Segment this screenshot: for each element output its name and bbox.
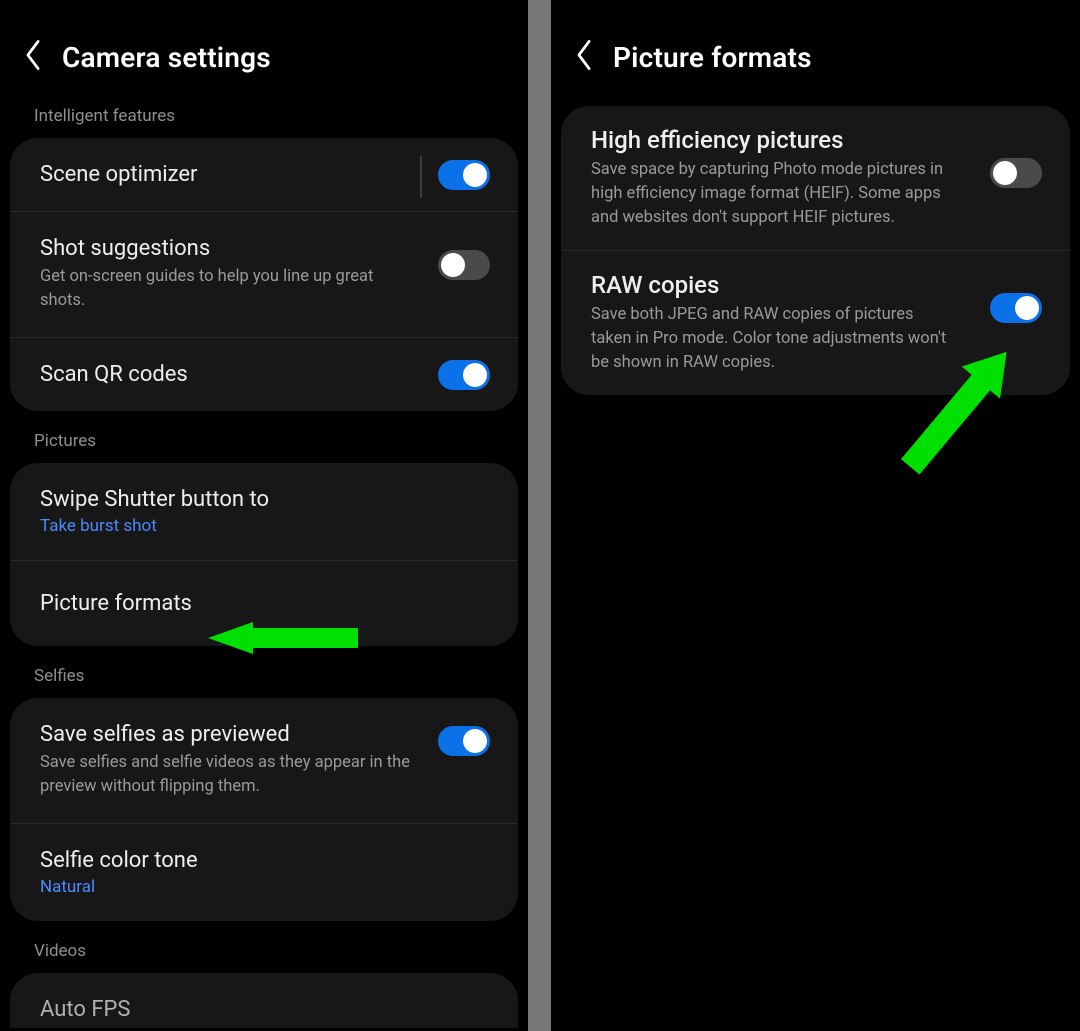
label: High efficiency pictures (591, 126, 1040, 154)
toggle-shot-suggestions[interactable] (438, 250, 490, 280)
label: Shot suggestions (40, 236, 488, 261)
label: Swipe Shutter button to (40, 487, 488, 512)
label: RAW copies (591, 271, 1040, 299)
toggle-heif[interactable] (990, 158, 1042, 188)
sublabel: Save both JPEG and RAW copies of picture… (591, 303, 951, 375)
row-picture-formats[interactable]: Picture formats (10, 560, 518, 646)
section-header-pictures: Pictures (0, 431, 528, 463)
section-header-selfies: Selfies (0, 666, 528, 698)
row-shot-suggestions[interactable]: Shot suggestions Get on-screen guides to… (10, 211, 518, 337)
back-icon[interactable] (573, 38, 595, 76)
page-title: Picture formats (613, 41, 812, 74)
label: Scan QR codes (40, 362, 488, 387)
label: Save selfies as previewed (40, 722, 488, 747)
row-selfie-tone[interactable]: Selfie color tone Natural (10, 823, 518, 921)
card-intelligent-features: Scene optimizer Shot suggestions Get on-… (10, 138, 518, 411)
label: Selfie color tone (40, 848, 488, 873)
section-header-intelligent: Intelligent features (0, 106, 528, 138)
toggle-save-selfies[interactable] (438, 726, 490, 756)
sublabel: Save space by capturing Photo mode pictu… (591, 158, 951, 230)
row-auto-fps[interactable]: Auto FPS (10, 973, 518, 1028)
sublabel: Save selfies and selfie videos as they a… (40, 751, 420, 799)
appbar: Camera settings (0, 0, 528, 106)
toggle-raw-copies[interactable] (990, 293, 1042, 323)
appbar: Picture formats (551, 0, 1080, 106)
card-pictures: Swipe Shutter button to Take burst shot … (10, 463, 518, 646)
label: Picture formats (40, 591, 488, 616)
picture-formats-screen: Picture formats High efficiency pictures… (551, 0, 1080, 1031)
card-picture-formats: High efficiency pictures Save space by c… (561, 106, 1070, 395)
toggle-scan-qr[interactable] (438, 360, 490, 390)
row-raw-copies[interactable]: RAW copies Save both JPEG and RAW copies… (561, 250, 1070, 395)
row-swipe-shutter[interactable]: Swipe Shutter button to Take burst shot (10, 463, 518, 560)
divider-vertical (420, 156, 422, 198)
row-heif[interactable]: High efficiency pictures Save space by c… (561, 106, 1070, 250)
value: Take burst shot (40, 516, 488, 536)
camera-settings-screen: Camera settings Intelligent features Sce… (0, 0, 528, 1031)
toggle-scene-optimizer[interactable] (438, 160, 490, 190)
row-scene-optimizer[interactable]: Scene optimizer (10, 138, 518, 211)
card-videos: Auto FPS (10, 973, 518, 1028)
section-header-videos: Videos (0, 941, 528, 973)
sublabel: Get on-screen guides to help you line up… (40, 265, 420, 313)
row-save-selfies[interactable]: Save selfies as previewed Save selfies a… (10, 698, 518, 823)
label: Auto FPS (40, 997, 488, 1022)
card-selfies: Save selfies as previewed Save selfies a… (10, 698, 518, 921)
row-scan-qr[interactable]: Scan QR codes (10, 337, 518, 411)
back-icon[interactable] (22, 38, 44, 76)
page-title: Camera settings (62, 41, 271, 74)
value: Natural (40, 877, 488, 897)
